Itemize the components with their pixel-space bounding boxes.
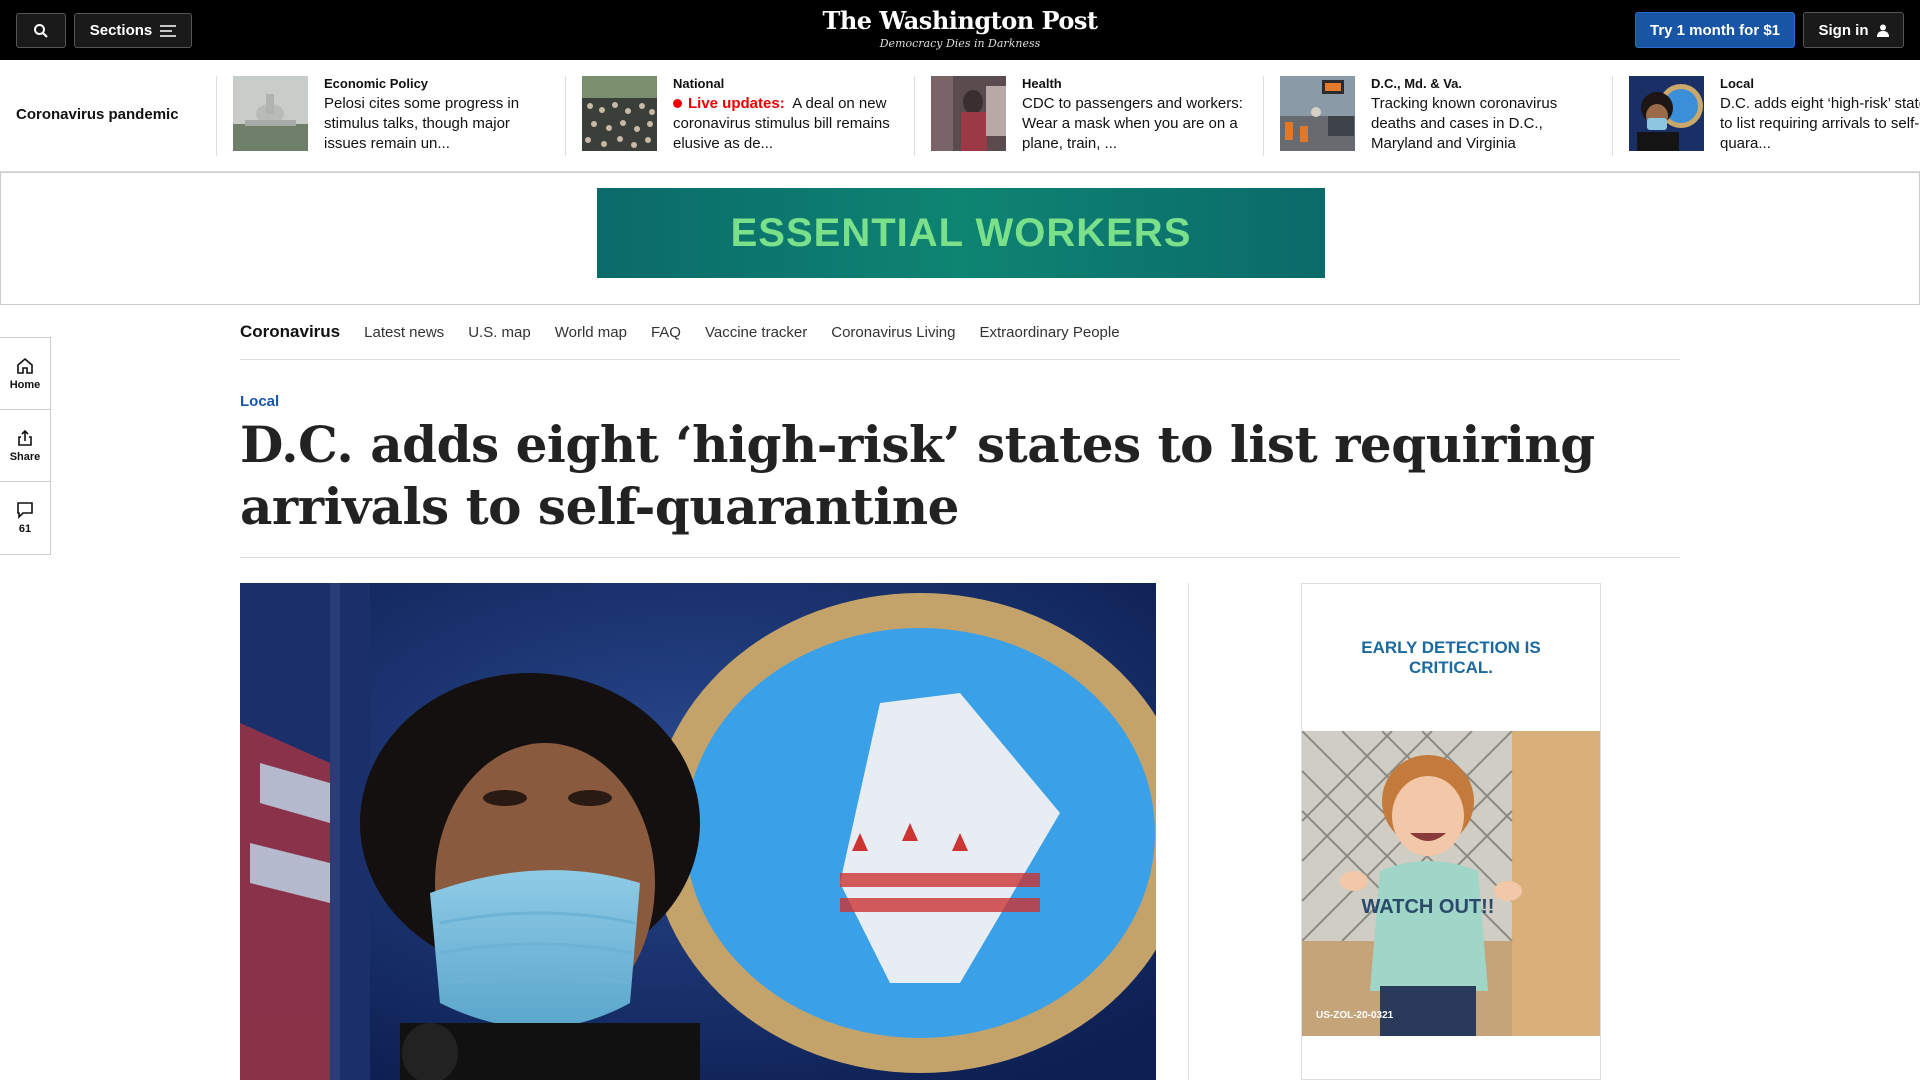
- search-icon: [34, 23, 48, 38]
- strip-label[interactable]: Coronavirus pandemic: [16, 106, 179, 123]
- strip-story[interactable]: Health CDC to passengers and workers: We…: [914, 76, 1252, 156]
- live-dot-icon: [673, 99, 682, 108]
- lead-photo: [240, 583, 1156, 1080]
- subnav-link-extraordinary-people[interactable]: Extraordinary People: [979, 324, 1119, 341]
- story-thumbnail: [931, 76, 1006, 151]
- story-thumbnail: [1280, 76, 1355, 151]
- story-headline: CDC to passengers and workers: Wear a ma…: [1022, 95, 1243, 152]
- story-thumbnail: [233, 76, 308, 151]
- story-headline: Pelosi cites some progress in stimulus t…: [324, 95, 520, 152]
- story-kicker: D.C., Md. & Va.: [1371, 76, 1463, 91]
- home-label: Home: [9, 378, 41, 391]
- sections-button[interactable]: Sections: [74, 13, 192, 48]
- sections-label: Sections: [89, 22, 153, 39]
- story-headline: Tracking known coronavirus deaths and ca…: [1371, 95, 1558, 152]
- home-icon: [17, 357, 33, 374]
- coronavirus-story-strip: Coronavirus pandemic Economic Policy Pel…: [0, 60, 1920, 172]
- side-ad-photo: WATCH OUT!!: [1302, 731, 1600, 1036]
- subnav-link-vaccine-tracker[interactable]: Vaccine tracker: [705, 324, 807, 341]
- live-updates-label: Live updates:: [688, 95, 785, 112]
- shirt-text: WATCH OUT!!: [1362, 896, 1495, 918]
- strip-story[interactable]: Economic Policy Pelosi cites some progre…: [216, 76, 554, 156]
- menu-icon: [160, 24, 177, 37]
- comment-icon: [17, 502, 33, 519]
- article-section-link[interactable]: Local: [240, 393, 279, 410]
- logo-text: The Washington Post: [822, 6, 1098, 35]
- side-rail: Home Share 61: [0, 337, 51, 555]
- subnav-link-faq[interactable]: FAQ: [651, 324, 681, 341]
- subnav-link-world-map[interactable]: World map: [555, 324, 627, 341]
- strip-story[interactable]: National Live updates: A deal on new cor…: [565, 76, 903, 156]
- home-button[interactable]: Home: [0, 338, 50, 410]
- subnav-link-latest-news[interactable]: Latest news: [364, 324, 444, 341]
- side-ad-headline: EARLY DETECTION IS CRITICAL.: [1361, 637, 1541, 677]
- subnav-link-coronavirus-living[interactable]: Coronavirus Living: [831, 324, 955, 341]
- article-title: D.C. adds eight ‘high-risk’ states to li…: [240, 415, 1595, 536]
- logo-tagline: Democracy Dies in Darkness: [879, 37, 1041, 50]
- site-logo[interactable]: The Washington Post Democracy Dies in Da…: [760, 6, 1160, 50]
- side-ad[interactable]: EARLY DETECTION IS CRITICAL. WATCH OUT!!…: [1301, 583, 1601, 1080]
- story-kicker: Health: [1022, 76, 1062, 91]
- top-ad-container: ESSENTIAL WORKERS: [0, 172, 1920, 305]
- story-kicker: National: [673, 76, 725, 91]
- story-headline-wrap: Live updates: A deal on new coronavirus …: [673, 94, 903, 154]
- share-icon: [18, 429, 32, 446]
- side-ad-code: US-ZOL-20-0321: [1316, 1010, 1394, 1021]
- sign-in-button[interactable]: Sign in: [1803, 12, 1904, 48]
- coronavirus-subnav: Coronavirus Latest news U.S. map World m…: [240, 305, 1680, 360]
- user-icon: [1876, 24, 1889, 37]
- sign-in-label: Sign in: [1818, 21, 1869, 39]
- story-headline: D.C. adds eight ‘high-risk’ states to li…: [1720, 95, 1920, 152]
- story-thumbnail: [1629, 76, 1704, 151]
- essential-workers-ad[interactable]: ESSENTIAL WORKERS: [597, 188, 1325, 278]
- column-divider: [1188, 583, 1189, 1080]
- search-button[interactable]: [16, 13, 66, 48]
- subscribe-button[interactable]: Try 1 month for $1: [1635, 12, 1795, 48]
- subnav-title[interactable]: Coronavirus: [240, 322, 340, 342]
- subnav-link-us-map[interactable]: U.S. map: [468, 324, 531, 341]
- share-button[interactable]: Share: [0, 410, 50, 482]
- share-label: Share: [9, 450, 41, 463]
- top-bar: Sections The Washington Post Democracy D…: [0, 0, 1920, 60]
- comment-count: 61: [18, 523, 32, 535]
- story-thumbnail: [582, 76, 657, 151]
- strip-story[interactable]: D.C., Md. & Va. Tracking known coronavir…: [1263, 76, 1601, 156]
- strip-story[interactable]: Local D.C. adds eight ‘high-risk’ states…: [1612, 76, 1920, 156]
- story-kicker: Local: [1720, 76, 1754, 91]
- title-divider: [240, 557, 1680, 558]
- story-kicker: Economic Policy: [324, 76, 429, 91]
- comments-button[interactable]: 61: [0, 482, 50, 554]
